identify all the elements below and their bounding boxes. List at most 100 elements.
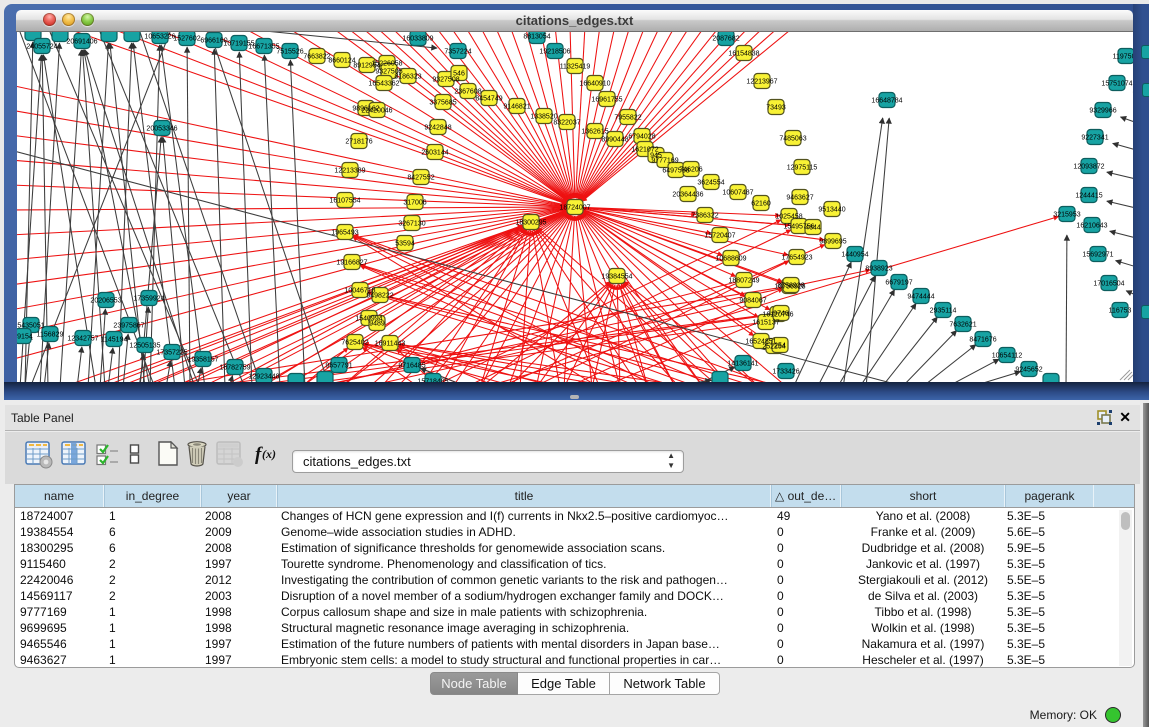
- svg-text:10654112: 10654112: [992, 353, 1023, 360]
- svg-text:4644: 4644: [805, 225, 821, 232]
- svg-text:7386322: 7386322: [691, 213, 718, 220]
- svg-text:16107554: 16107554: [329, 198, 360, 205]
- svg-text:15718485: 15718485: [417, 379, 448, 383]
- svg-text:20206553: 20206553: [90, 298, 121, 305]
- svg-text:3624554: 3624554: [697, 180, 724, 187]
- svg-text:10653226: 10653226: [144, 34, 175, 41]
- svg-text:7515526: 7515526: [276, 49, 303, 56]
- svg-text:18807249: 18807249: [728, 278, 759, 285]
- svg-text:19166827: 19166827: [336, 260, 367, 267]
- svg-text:3267130: 3267130: [398, 221, 425, 228]
- svg-text:9227341: 9227341: [1081, 135, 1108, 142]
- svg-text:8813054: 8813054: [523, 34, 550, 41]
- svg-text:9245652: 9245652: [1015, 367, 1042, 374]
- svg-text:9657791: 9657791: [325, 363, 352, 370]
- svg-text:9146821: 9146821: [503, 104, 530, 111]
- svg-text:1197504: 1197504: [1113, 54, 1133, 61]
- svg-text:1156829: 1156829: [37, 332, 64, 339]
- svg-text:2367608: 2367608: [454, 89, 481, 96]
- svg-text:9489: 9489: [369, 321, 385, 328]
- svg-text:22420046: 22420046: [361, 108, 392, 115]
- svg-text:8427552: 8427552: [407, 175, 434, 182]
- svg-text:17357225: 17357225: [156, 350, 187, 357]
- svg-text:8990448: 8990448: [601, 137, 628, 144]
- svg-text:12923448: 12923448: [248, 374, 279, 381]
- svg-text:9899695: 9899695: [819, 239, 846, 246]
- svg-text:20364436: 20364436: [672, 192, 703, 199]
- svg-text:2718176: 2718176: [345, 139, 372, 146]
- svg-text:12213967: 12213967: [746, 79, 777, 86]
- svg-text:16648784: 16648784: [871, 98, 902, 105]
- svg-text:8660124: 8660124: [328, 58, 355, 65]
- svg-text:9474444: 9474444: [907, 294, 934, 301]
- svg-text:7357224: 7357224: [444, 49, 471, 56]
- svg-text:9242848: 9242848: [424, 125, 451, 132]
- svg-text:8938923: 8938923: [865, 266, 892, 273]
- svg-text:12975115: 12975115: [787, 165, 818, 172]
- svg-text:5435051: 5435051: [17, 323, 44, 330]
- svg-text:7485063: 7485063: [779, 136, 806, 143]
- svg-text:2087682: 2087682: [712, 36, 739, 43]
- svg-text:3375685: 3375685: [429, 100, 456, 107]
- svg-text:2935114: 2935114: [930, 308, 957, 315]
- svg-text:8471676: 8471676: [969, 337, 996, 344]
- svg-text:20053346: 20053346: [146, 126, 177, 133]
- svg-text:1362615: 1362615: [581, 129, 608, 136]
- svg-text:9084067: 9084067: [739, 298, 766, 305]
- svg-text:116753: 116753: [1109, 308, 1132, 315]
- svg-text:18724007: 18724007: [559, 205, 590, 212]
- svg-text:1615137: 1615137: [752, 320, 779, 327]
- svg-text:16961755: 16961755: [591, 97, 622, 104]
- svg-text:15751074: 15751074: [1101, 81, 1132, 88]
- svg-text:6679197: 6679197: [885, 280, 912, 287]
- svg-text:12342757: 12342757: [67, 336, 98, 343]
- svg-text:19358157: 19358157: [187, 357, 218, 364]
- svg-text:12505135: 12505135: [129, 343, 160, 350]
- svg-text:11325419: 11325419: [560, 64, 591, 71]
- svg-text:53594: 53594: [395, 241, 415, 248]
- svg-text:9513440: 9513440: [818, 207, 845, 214]
- svg-text:17654923: 17654923: [781, 255, 812, 262]
- svg-text:19218506: 19218506: [539, 49, 570, 56]
- svg-text:9777169: 9777169: [651, 158, 678, 165]
- svg-text:1733426: 1733426: [772, 369, 799, 376]
- svg-text:9498222: 9498222: [366, 293, 393, 300]
- svg-text:1025458: 1025458: [775, 214, 802, 221]
- svg-text:24055724: 24055724: [26, 44, 57, 51]
- svg-text:20691406: 20691406: [66, 39, 97, 46]
- svg-text:62160: 62160: [751, 201, 771, 208]
- svg-text:10688609: 10688609: [715, 256, 746, 263]
- svg-text:(x): (x): [262, 447, 276, 461]
- svg-text:7955822: 7955822: [614, 115, 641, 122]
- svg-text:15692971: 15692971: [1082, 252, 1113, 259]
- svg-text:254: 254: [774, 343, 786, 350]
- svg-text:1145194: 1145194: [101, 337, 128, 344]
- svg-text:17016504: 17016504: [1093, 281, 1124, 288]
- svg-text:9716485: 9716485: [398, 363, 425, 370]
- svg-text:7625402: 7625402: [341, 340, 368, 347]
- svg-text:10607487: 10607487: [722, 190, 753, 197]
- svg-text:6794028: 6794028: [628, 134, 655, 141]
- svg-text:39154: 39154: [17, 334, 33, 341]
- svg-text:16033809: 16033809: [402, 36, 433, 43]
- svg-text:16782759: 16782759: [219, 365, 250, 372]
- svg-text:12213389: 12213389: [334, 168, 365, 175]
- svg-text:12093872: 12093872: [1073, 164, 1104, 171]
- svg-text:746206: 746206: [679, 167, 702, 174]
- svg-text:8454749: 8454749: [475, 96, 502, 103]
- svg-text:23975867: 23975867: [113, 323, 144, 330]
- svg-text:1244415: 1244415: [1075, 193, 1102, 200]
- svg-text:9463627: 9463627: [786, 195, 813, 202]
- svg-text:17359924: 17359924: [133, 296, 164, 303]
- svg-text:16543362: 16543362: [368, 81, 399, 88]
- svg-text:16640910: 16640910: [579, 81, 610, 88]
- svg-text:15720407: 15720407: [704, 233, 735, 240]
- svg-text:1527602: 1527602: [173, 36, 200, 43]
- svg-text:14136141: 14136141: [727, 361, 758, 368]
- svg-text:19384554: 19384554: [601, 274, 632, 281]
- svg-text:18300295: 18300295: [515, 220, 546, 227]
- svg-text:16911443: 16911443: [375, 341, 406, 348]
- svg-text:9746: 9746: [773, 311, 789, 318]
- svg-text:8322037: 8322037: [553, 120, 580, 127]
- svg-text:9329966: 9329966: [1089, 108, 1116, 115]
